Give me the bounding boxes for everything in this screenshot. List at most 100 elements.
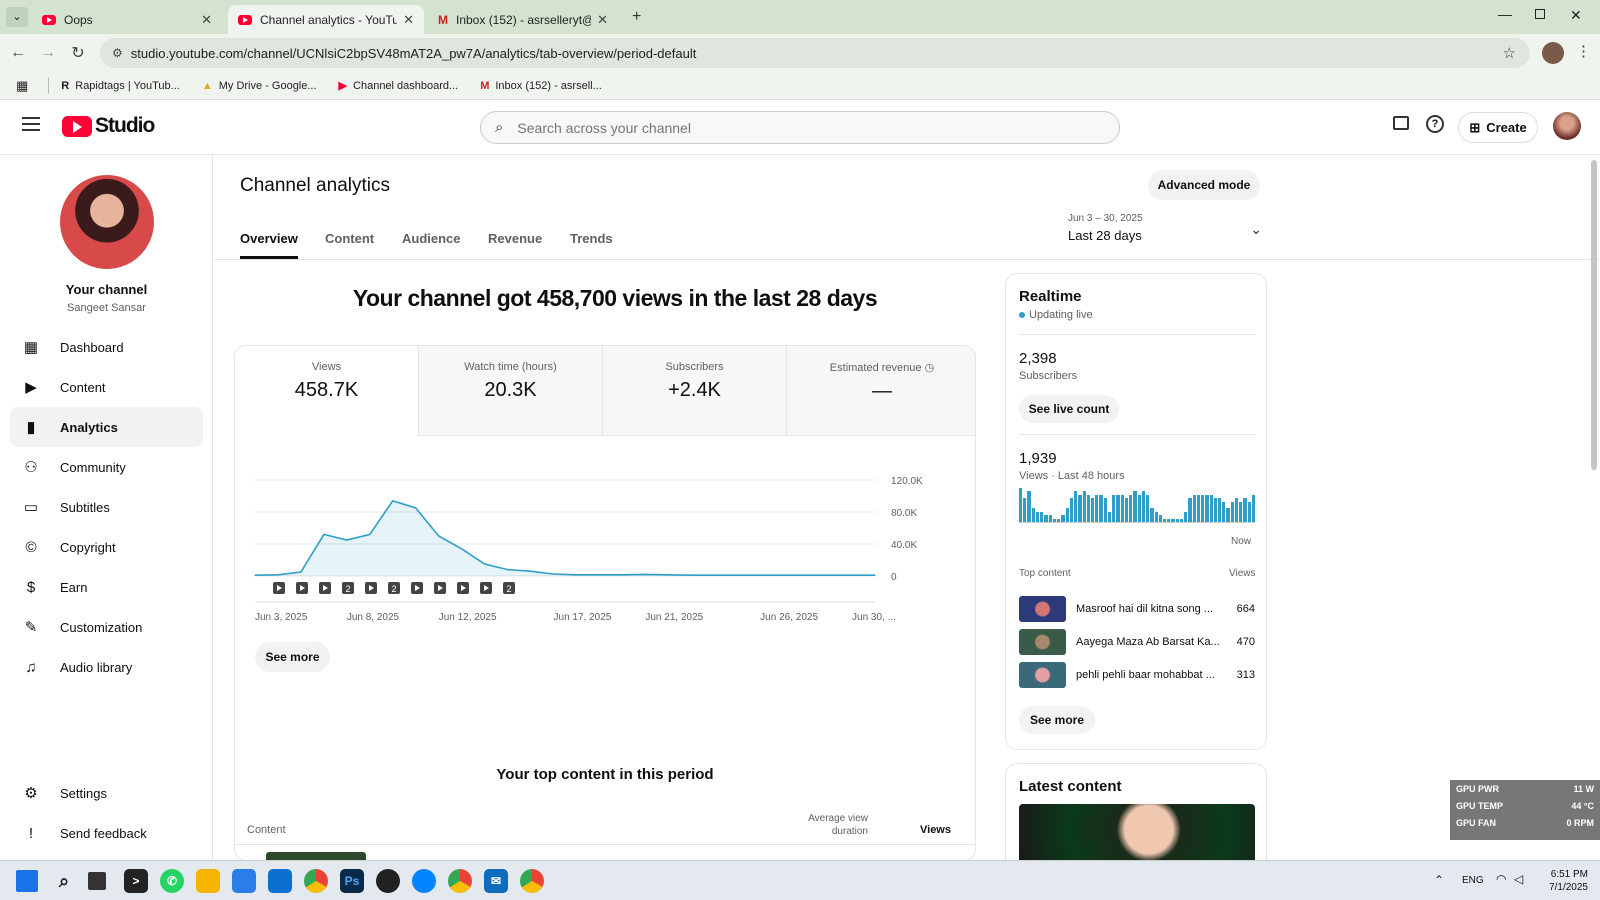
gpu-value: 44 °C (1571, 801, 1594, 811)
new-tab-icon[interactable]: + (632, 8, 641, 26)
chrome-icon[interactable] (304, 869, 328, 893)
browser-tab-channel-analytics[interactable]: Channel analytics - YouTube Studio ✕ (228, 5, 424, 34)
close-tab-icon[interactable]: ✕ (597, 12, 608, 28)
sidebar-item-dashboard[interactable]: ▦ Dashboard (10, 327, 203, 367)
store-icon[interactable] (232, 869, 256, 893)
reload-icon[interactable]: ↻ (67, 42, 89, 64)
sidebar-item-customization[interactable]: ✎ Customization (10, 607, 203, 647)
task-view-icon[interactable] (88, 872, 106, 890)
obs-icon[interactable] (376, 869, 400, 893)
chrome-alt-icon[interactable] (520, 869, 544, 893)
table-header-content[interactable]: Content (247, 824, 286, 836)
forward-icon[interactable]: → (37, 42, 59, 64)
clock-time: 6:51 PM (1550, 869, 1588, 880)
sidebar-item-copyright[interactable]: © Copyright (10, 527, 203, 567)
photos-icon[interactable] (268, 869, 292, 893)
sidebar-item-audio-library[interactable]: ♫ Audio library (10, 647, 203, 687)
realtime-bar (1082, 491, 1086, 522)
sidebar-item-settings[interactable]: ⚙ Settings (10, 773, 203, 813)
list-item[interactable]: Aayega Maza Ab Barsat Ka... 470 (1019, 629, 1255, 655)
photoshop-icon[interactable]: Ps (340, 869, 364, 893)
close-tab-icon[interactable]: ✕ (403, 12, 414, 28)
maximize-icon[interactable] (1535, 9, 1545, 19)
advanced-mode-button[interactable]: Advanced mode (1148, 170, 1260, 200)
bookmark-star-icon[interactable]: ☆ (1503, 44, 1516, 62)
whatsapp-icon[interactable]: ✆ (160, 869, 184, 893)
profile-avatar-icon[interactable] (1542, 42, 1564, 64)
browser-tab-oops[interactable]: Oops ✕ (32, 5, 222, 34)
site-settings-icon[interactable]: ⚙ (112, 46, 123, 60)
chrome-profile-icon[interactable] (448, 869, 472, 893)
tab-content[interactable]: Content (325, 231, 374, 246)
apps-grid-icon[interactable]: ▦ (16, 78, 28, 94)
studio-logo[interactable]: Studio (62, 114, 155, 138)
back-icon[interactable]: ← (7, 42, 29, 64)
channel-avatar[interactable] (60, 175, 154, 269)
create-button[interactable]: ⊞ Create (1458, 112, 1538, 143)
realtime-bar (1035, 511, 1040, 522)
close-tab-icon[interactable]: ✕ (201, 12, 212, 28)
metric-watch-time[interactable]: Watch time (hours) 20.3K (419, 346, 603, 436)
messenger-icon[interactable] (412, 869, 436, 893)
sidebar-item-community[interactable]: ⚇ Community (10, 447, 203, 487)
tab-overview[interactable]: Overview (240, 231, 298, 259)
latest-video-thumbnail[interactable] (1019, 804, 1255, 861)
browser-menu-icon[interactable]: ⋮ (1576, 42, 1591, 60)
browser-tab-inbox[interactable]: M Inbox (152) - asrselleryt@gmail.com ✕ (428, 5, 618, 34)
video-marker-count: 2 (391, 584, 396, 594)
see-live-count-button[interactable]: See live count (1019, 395, 1119, 423)
metric-estimated-revenue[interactable]: Estimated revenue ◷ — (787, 346, 975, 436)
bookmark-channel-dashboard[interactable]: ▶ Channel dashboard... (339, 79, 459, 93)
account-avatar[interactable] (1553, 112, 1581, 140)
file-explorer-icon[interactable] (196, 869, 220, 893)
gear-icon: ⚙ (24, 785, 38, 802)
search-input[interactable] (517, 119, 1078, 136)
language-indicator[interactable]: ENG (1462, 875, 1484, 886)
sidebar-item-subtitles[interactable]: ▭ Subtitles (10, 487, 203, 527)
help-icon[interactable]: ? (1426, 115, 1444, 133)
sidebar-item-content[interactable]: ▶ Content (10, 367, 203, 407)
address-bar[interactable]: ⚙ studio.youtube.com/channel/UCNlsiC2bpS… (100, 38, 1530, 68)
tab-audience[interactable]: Audience (402, 231, 461, 246)
tab-revenue[interactable]: Revenue (488, 231, 542, 246)
sidebar-item-send-feedback[interactable]: ! Send feedback (10, 813, 203, 853)
minimize-icon[interactable]: — (1498, 6, 1512, 22)
metric-subscribers[interactable]: Subscribers +2.4K (603, 346, 787, 436)
tab-trends[interactable]: Trends (570, 231, 613, 246)
bookmark-rapidtags[interactable]: R Rapidtags | YouTub... (61, 80, 180, 92)
top-content-thumbnail[interactable] (266, 852, 366, 860)
comments-icon[interactable] (1393, 116, 1409, 130)
realtime-see-more-button[interactable]: See more (1019, 706, 1095, 734)
search-icon[interactable]: ⌕ (52, 869, 76, 893)
page-scrollbar[interactable] (1591, 160, 1597, 470)
list-item[interactable]: Masroof hai dil kitna song ... 664 (1019, 596, 1255, 622)
windows-start-icon[interactable] (16, 870, 38, 892)
hamburger-menu-icon[interactable] (22, 117, 40, 131)
tray-chevron-icon[interactable]: ⌃ (1434, 873, 1444, 887)
realtime-bar (1120, 494, 1124, 522)
copyright-icon: © (25, 538, 37, 556)
bookmark-my-drive[interactable]: ▲ My Drive - Google... (202, 80, 317, 92)
sidebar-item-analytics[interactable]: ▮ Analytics (10, 407, 203, 447)
terminal-icon[interactable]: > (124, 869, 148, 893)
bookmark-inbox[interactable]: M Inbox (152) - asrsell... (480, 80, 602, 92)
table-header-avd[interactable]: Average view duration (800, 812, 868, 838)
volume-icon[interactable]: ◁ (1514, 872, 1523, 886)
metric-views[interactable]: Views 458.7K (235, 346, 419, 436)
video-views: 664 (1236, 603, 1255, 615)
realtime-bar (1040, 511, 1044, 522)
see-more-button[interactable]: See more (255, 642, 330, 672)
mail-icon[interactable]: ✉ (484, 869, 508, 893)
date-range-selector[interactable]: Jun 3 – 30, 2025 Last 28 days ⌄ (1068, 213, 1268, 245)
close-window-icon[interactable]: ✕ (1570, 7, 1582, 24)
chart-point (667, 574, 669, 576)
tab-search-chevron-icon[interactable]: ⌄ (6, 7, 28, 27)
list-item[interactable]: pehli pehli baar mohabbat ... 313 (1019, 662, 1255, 688)
realtime-bar (1129, 494, 1133, 522)
table-header-views[interactable]: Views (920, 824, 951, 836)
search-bar[interactable]: ⌕ (480, 111, 1120, 144)
wifi-icon[interactable]: ◠ (1496, 872, 1506, 886)
sidebar-item-earn[interactable]: $ Earn (10, 567, 203, 607)
realtime-bar (1222, 501, 1226, 522)
clock[interactable]: 6:51 PM 7/1/2025 (1540, 868, 1588, 894)
